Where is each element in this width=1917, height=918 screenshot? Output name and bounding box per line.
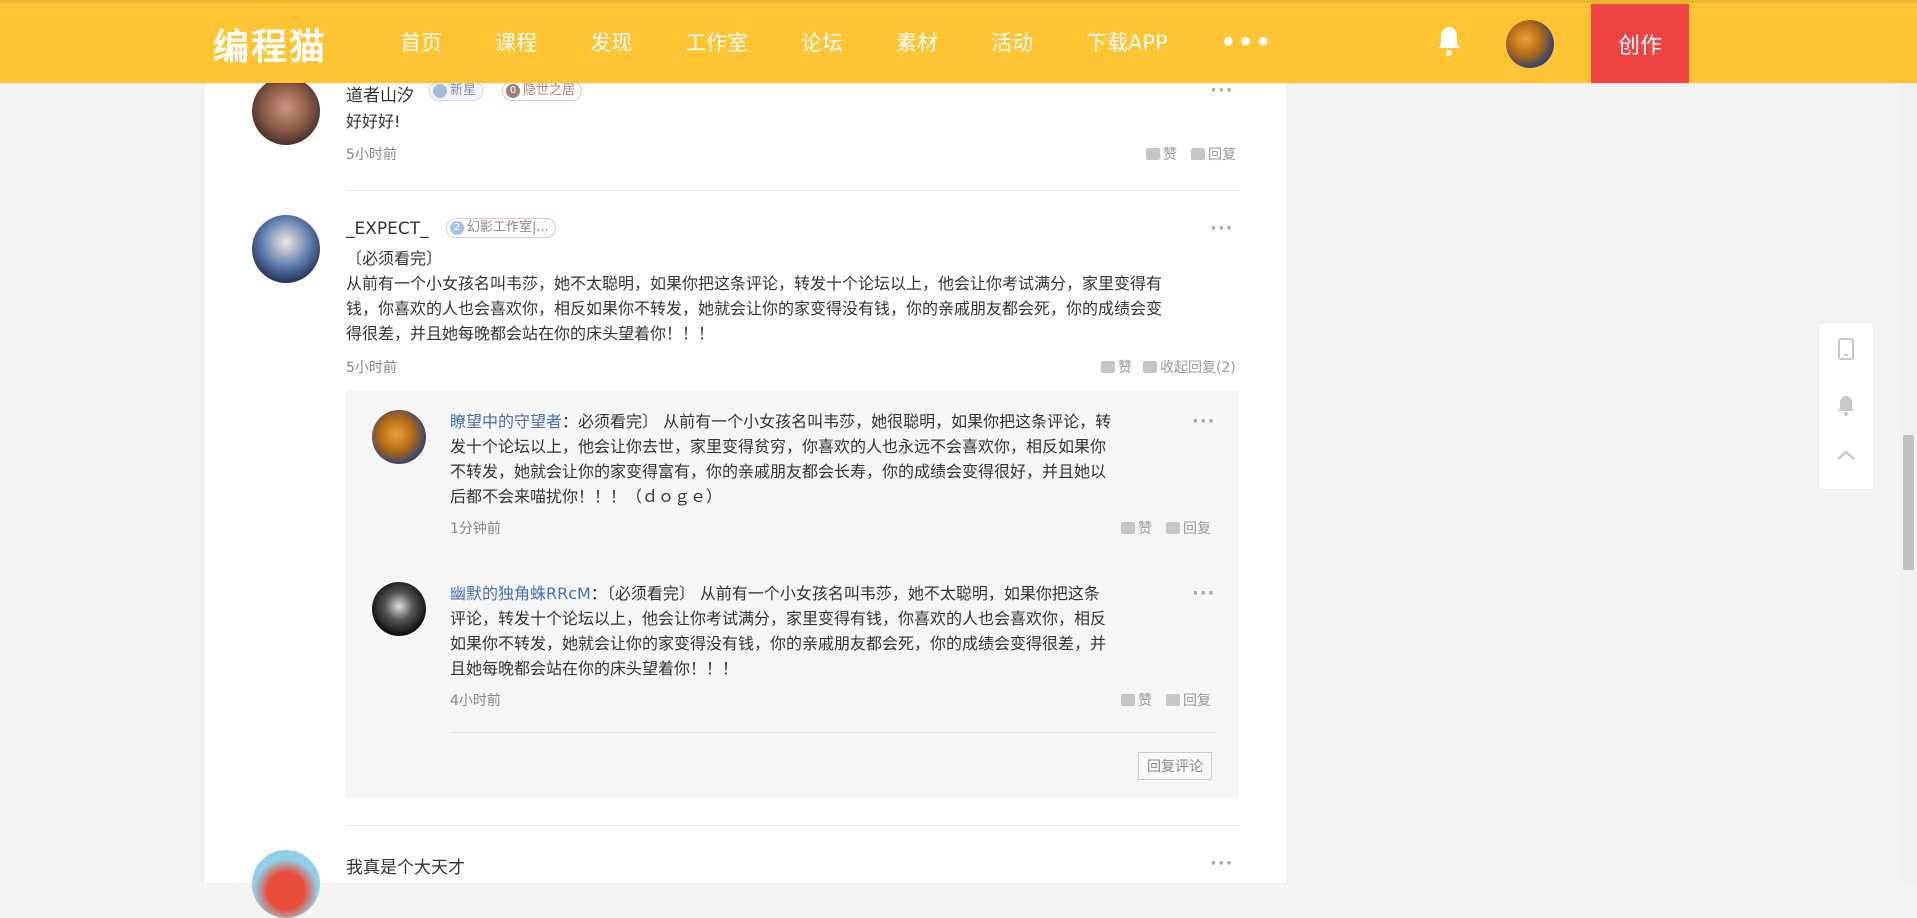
reply-comment-button[interactable]: 回复评论 (1138, 752, 1212, 780)
comment-text: 好好好! (346, 112, 401, 131)
notification-bell-icon[interactable] (1834, 393, 1858, 417)
like-label: 赞 (1138, 693, 1152, 709)
reply-text: 瞭望中的守望者：必须看完〕 从前有一个小女孩名叫韦莎，她很聪明，如果你把这条评论… (450, 409, 1174, 509)
collapse-replies-button[interactable]: 收起回复(2) (1143, 357, 1236, 377)
comment-icon (1166, 694, 1180, 706)
level-icon: 2 (450, 221, 464, 235)
like-label: 赞 (1138, 521, 1152, 537)
reply-avatar[interactable] (372, 582, 426, 636)
reply-time: 4小时前 (450, 693, 501, 709)
comment-icon (1166, 522, 1180, 534)
collapse-replies-label: 收起回复(2) (1160, 360, 1236, 376)
notification-bell-icon[interactable] (1434, 24, 1464, 58)
commenter-avatar[interactable] (252, 850, 320, 918)
like-button[interactable]: 赞 (1146, 144, 1177, 164)
comment-text: 〔必须看完〕 从前有一个小女孩名叫韦莎，她不太聪明，如果你把这条评论，转发十个论… (346, 246, 1162, 346)
reply-button[interactable]: 回复 (1166, 690, 1211, 710)
create-button[interactable]: 创作 (1591, 4, 1689, 83)
more-options-icon[interactable]: ··· (1210, 80, 1234, 101)
commenter-avatar[interactable] (252, 215, 320, 283)
like-button[interactable]: 赞 (1121, 690, 1152, 710)
thumbs-up-icon (1101, 361, 1115, 373)
reply-text: 幽默的独角蛛RRcM：〔必须看完〕 从前有一个小女孩名叫韦莎，她不太聪明，如果你… (450, 581, 1174, 681)
comment-time: 5小时前 (346, 147, 397, 163)
badge-label: 幻影工作室|... (467, 220, 549, 235)
commenter-name[interactable]: _EXPECT_ (346, 219, 429, 239)
commenter-avatar[interactable] (252, 77, 320, 145)
title-badge: 0 隐世之居 (502, 81, 583, 101)
more-options-icon[interactable]: ··· (1210, 218, 1234, 239)
reply-line: 后都不会来喵扰你！！！（ｄｏｇｅ） (450, 487, 723, 506)
nav-more-icon[interactable]: ••• (1221, 28, 1273, 56)
divider (346, 190, 1241, 191)
reply-author[interactable]: 幽默的独角蛛RRcM (450, 584, 591, 603)
floating-toolbar (1818, 322, 1874, 490)
reply-line: 发十个论坛以上，他会让你去世，家里变得贫穷，你喜欢的人也永远不会喜欢你，相反如果… (450, 437, 1107, 456)
thumbs-up-icon (1121, 694, 1135, 706)
commenter-name[interactable]: 道者山汐 (346, 81, 414, 106)
site-logo[interactable]: 编程猫 (213, 18, 327, 70)
reply-line: 如果你不转发，她就会让你的家变得没有钱，你的亲戚朋友都会死，你的成绩会变得很差，… (450, 634, 1107, 653)
comment-time: 5小时前 (346, 360, 397, 376)
more-options-icon[interactable]: ··· (1192, 583, 1216, 604)
reply-line: 且她每晚都会站在你的床头望着你！！！ (450, 659, 739, 678)
like-button[interactable]: 赞 (1101, 357, 1132, 377)
reply-label: 回复 (1183, 521, 1211, 537)
top-navigation-bar: 编程猫 首页 课程 发现 工作室 论坛 素材 活动 下载APP ••• 创作 (0, 0, 1917, 83)
divider (450, 732, 1217, 733)
nav-forum[interactable]: 论坛 (801, 27, 843, 57)
commenter-name[interactable]: 我真是个大天才 (346, 853, 465, 878)
like-label: 赞 (1118, 360, 1132, 376)
scrollbar-thumb[interactable] (1903, 435, 1914, 570)
reply-line: ：必须看完〕 从前有一个小女孩名叫韦莎，她很聪明，如果你把这条评论，转 (562, 412, 1112, 431)
like-button[interactable]: 赞 (1121, 518, 1152, 538)
more-options-icon[interactable]: ··· (1210, 853, 1234, 874)
reply-label: 回复 (1183, 693, 1211, 709)
nav-studio[interactable]: 工作室 (685, 27, 748, 57)
nav-courses[interactable]: 课程 (495, 27, 537, 57)
divider (346, 825, 1241, 826)
reply-button[interactable]: 回复 (1166, 518, 1211, 538)
reply-author[interactable]: 瞭望中的守望者 (450, 412, 562, 431)
more-options-icon[interactable]: ··· (1192, 411, 1216, 432)
rank-icon: 0 (506, 84, 520, 98)
reply-label: 回复 (1208, 147, 1236, 163)
reply-button[interactable]: 回复 (1191, 144, 1236, 164)
badge-label: 新星 (450, 83, 477, 98)
nav-events[interactable]: 活动 (991, 27, 1033, 57)
comment-icon (1191, 148, 1205, 160)
star-icon (433, 84, 447, 98)
comment-icon (1143, 361, 1157, 373)
level-badge: 新星 (429, 81, 484, 101)
studio-badge[interactable]: 2 幻影工作室|... (446, 218, 556, 238)
reply-avatar[interactable] (372, 410, 426, 464)
like-label: 赞 (1163, 147, 1177, 163)
nav-materials[interactable]: 素材 (896, 27, 938, 57)
reply-line: 不转发，她就会让你的家变得富有，你的亲戚朋友都会长寿，你的成绩会变得很好，并且她… (450, 462, 1107, 481)
reply-time: 1分钟前 (450, 521, 501, 537)
badge-label: 隐世之居 (523, 83, 576, 98)
nav-download-app[interactable]: 下载APP (1086, 27, 1168, 57)
comment-panel: 道者山汐 新星 0 隐世之居 ··· 好好好! 5小时前 赞 回复 _EXPEC… (203, 0, 1288, 918)
reply-line: 评论，转发十个论坛以上，他会让你考试满分，家里变得有钱，你喜欢的人也会喜欢你，相… (450, 609, 1107, 628)
comment-line: 钱，你喜欢的人也会喜欢你，相反如果你不转发，她就会让你的家变得没有钱，你的亲戚朋… (346, 299, 1163, 318)
thumbs-up-icon (1121, 522, 1135, 534)
main-nav: 首页 课程 发现 工作室 论坛 素材 活动 下载APP ••• (400, 0, 1326, 83)
thumbs-up-icon (1146, 148, 1160, 160)
comment-line: 得很差，并且她每晚都会站在你的床头望着你！！！ (346, 324, 715, 343)
comment-line: 从前有一个小女孩名叫韦莎，她不太聪明，如果你把这条评论，转发十个论坛以上，他会让… (346, 274, 1163, 293)
comment-line: 〔必须看完〕 (346, 249, 443, 268)
nav-discover[interactable]: 发现 (590, 27, 632, 57)
nav-home[interactable]: 首页 (400, 27, 442, 57)
back-to-top-icon[interactable] (1834, 443, 1858, 467)
user-avatar[interactable] (1506, 20, 1554, 68)
reply-line: ：〔必须看完〕 从前有一个小女孩名叫韦莎，她不太聪明，如果你把这条 (590, 584, 1100, 603)
mobile-phone-icon[interactable] (1834, 337, 1858, 361)
